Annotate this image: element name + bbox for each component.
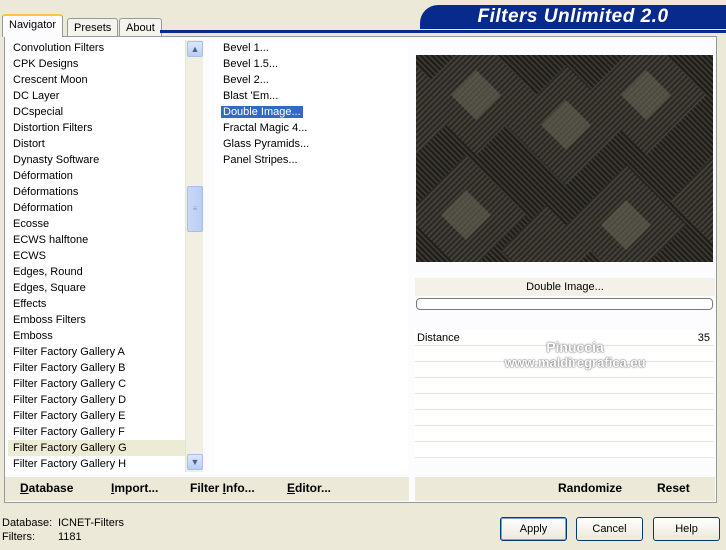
preview-image	[416, 55, 713, 262]
filter-list[interactable]: Bevel 1... Bevel 1.5... Bevel 2... Blast…	[215, 40, 408, 472]
category-item[interactable]: Convolution Filters	[8, 40, 185, 56]
filter-item-label: Panel Stripes...	[223, 154, 298, 166]
category-list[interactable]: Convolution Filters CPK Designs Crescent…	[8, 40, 185, 472]
reset-button[interactable]: Reset	[657, 481, 690, 495]
accelerator-letter: E	[287, 481, 296, 495]
preview-pattern	[416, 55, 713, 262]
button-label: ditor...	[295, 481, 332, 495]
category-item[interactable]: Edges, Square	[8, 280, 185, 296]
category-item[interactable]: Filter Factory Gallery C	[8, 376, 185, 392]
category-item[interactable]: CPK Designs	[8, 56, 185, 72]
tab-navigator[interactable]: Navigator	[2, 14, 64, 37]
filter-info-button[interactable]: Filter Info...	[190, 481, 255, 495]
filter-item-label: Fractal Magic 4...	[223, 122, 308, 134]
button-label: mport...	[114, 481, 159, 495]
button-label: nfo...	[226, 481, 255, 495]
preview-filter-name: Double Image...	[415, 278, 715, 296]
filter-item[interactable]: Double Image...	[215, 104, 408, 120]
filter-item[interactable]: Bevel 1.5...	[215, 56, 408, 72]
category-item[interactable]: Filter Factory Gallery E	[8, 408, 185, 424]
status-database: Database: ICNET-Filters	[2, 517, 124, 529]
filter-item-label: Bevel 1.5...	[223, 58, 279, 70]
category-item[interactable]: Dynasty Software	[8, 152, 185, 168]
list-actions-bar: Database Import... Filter Info... Editor…	[5, 477, 409, 501]
category-item[interactable]: Déformation	[8, 200, 185, 216]
category-item[interactable]: Effects	[8, 296, 185, 312]
category-item[interactable]: Ecosse	[8, 216, 185, 232]
category-item[interactable]: Déformations	[8, 184, 185, 200]
filter-item[interactable]: Bevel 1...	[215, 40, 408, 56]
status-label: Filters:	[2, 531, 35, 543]
category-item[interactable]: Distortion Filters	[8, 120, 185, 136]
param-row-empty	[415, 426, 714, 442]
filter-item[interactable]: Panel Stripes...	[215, 152, 408, 168]
param-name: Distance	[417, 332, 460, 344]
param-row-distance[interactable]: Distance 35	[415, 330, 714, 346]
status-value: ICNET-Filters	[58, 517, 124, 529]
cancel-button[interactable]: Cancel	[576, 517, 643, 541]
filter-item[interactable]: Blast 'Em...	[215, 88, 408, 104]
status-label: Database:	[2, 517, 53, 529]
apply-button[interactable]: Apply	[500, 517, 567, 541]
progress-bar	[416, 298, 713, 310]
category-item[interactable]: ECWS	[8, 248, 185, 264]
category-item[interactable]: Filter Factory Gallery D	[8, 392, 185, 408]
header-rule	[160, 30, 726, 33]
filter-item-label: Double Image...	[221, 106, 303, 118]
randomize-button[interactable]: Randomize	[558, 481, 622, 495]
button-label: atabase	[28, 481, 74, 495]
editor-button[interactable]: Editor...	[287, 481, 331, 495]
app-title-banner: Filters Unlimited 2.0	[420, 5, 726, 29]
status-filters: Filters: 1181	[2, 531, 82, 543]
category-item[interactable]: Filter Factory Gallery F	[8, 424, 185, 440]
category-item[interactable]: Distort	[8, 136, 185, 152]
category-item[interactable]: Déformation	[8, 168, 185, 184]
scroll-thumb[interactable]: ≡	[187, 186, 203, 232]
category-item[interactable]: Filter Factory Gallery A	[8, 344, 185, 360]
category-item[interactable]: DCspecial	[8, 104, 185, 120]
filter-item[interactable]: Fractal Magic 4...	[215, 120, 408, 136]
category-item[interactable]: DC Layer	[8, 88, 185, 104]
category-item[interactable]: Emboss Filters	[8, 312, 185, 328]
category-scrollbar[interactable]: ▲ ≡ ▼	[185, 40, 203, 472]
help-button[interactable]: Help	[653, 517, 720, 541]
param-row-empty	[415, 410, 714, 426]
param-row-empty	[415, 442, 714, 458]
category-item[interactable]: ECWS halftone	[8, 232, 185, 248]
scroll-up-button[interactable]: ▲	[187, 41, 203, 57]
param-row-empty	[415, 378, 714, 394]
category-item[interactable]: Emboss	[8, 328, 185, 344]
category-item[interactable]: Edges, Round	[8, 264, 185, 280]
accelerator-letter: D	[20, 481, 29, 495]
scroll-down-button[interactable]: ▼	[187, 454, 203, 470]
tab-presets[interactable]: Presets	[67, 18, 119, 37]
category-item[interactable]: Filter Factory Gallery H	[8, 456, 185, 472]
category-item[interactable]: Filter Factory Gallery G	[8, 440, 185, 456]
filter-item-label: Bevel 2...	[223, 74, 269, 86]
filter-item-label: Glass Pyramids...	[223, 138, 310, 150]
category-item[interactable]: Crescent Moon	[8, 72, 185, 88]
param-row-empty	[415, 346, 714, 362]
import-button[interactable]: Import...	[111, 481, 158, 495]
param-value[interactable]: 35	[698, 330, 710, 346]
category-item[interactable]: Filter Factory Gallery B	[8, 360, 185, 376]
preview-actions-bar: Randomize Reset	[415, 477, 715, 501]
param-row-empty	[415, 362, 714, 378]
filter-item[interactable]: Glass Pyramids...	[215, 136, 408, 152]
status-value: 1181	[58, 531, 82, 543]
database-button[interactable]: Database	[20, 481, 73, 495]
parameter-list: Distance 35	[415, 330, 714, 472]
button-label: Filter	[190, 481, 223, 495]
filter-item[interactable]: Bevel 2...	[215, 72, 408, 88]
param-row-empty	[415, 394, 714, 410]
filter-item-label: Blast 'Em...	[223, 90, 279, 102]
filter-item-label: Bevel 1...	[223, 42, 269, 54]
tab-about[interactable]: About	[119, 18, 162, 37]
